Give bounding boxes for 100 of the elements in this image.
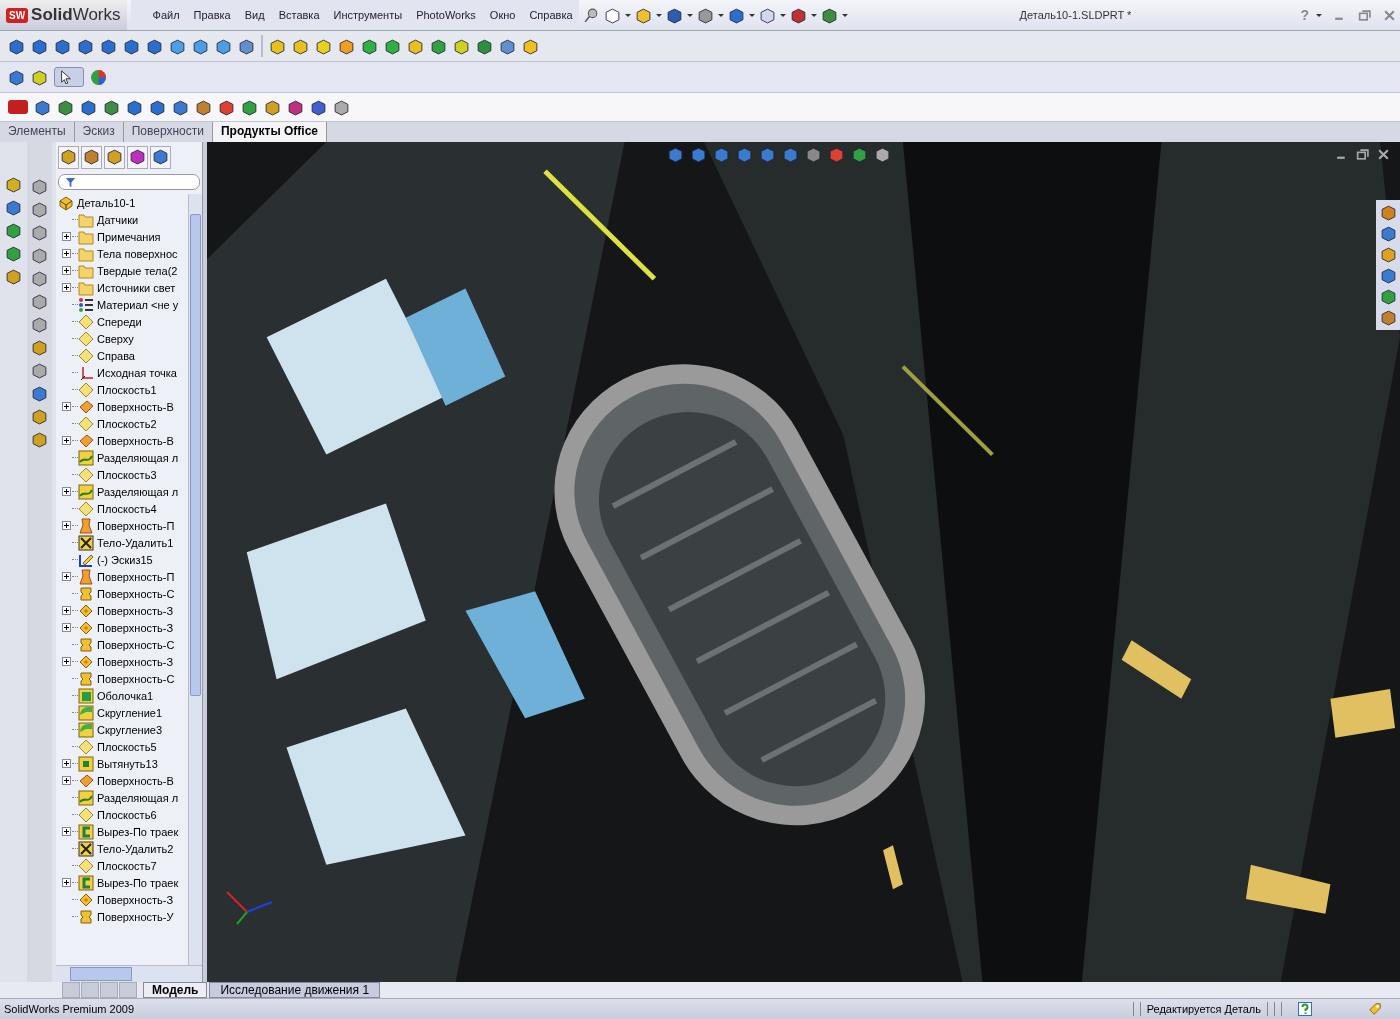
expand-toggle[interactable] xyxy=(61,249,71,258)
restore-icon[interactable] xyxy=(1358,8,1371,22)
sketch-tool-icon[interactable] xyxy=(5,268,22,285)
toolbar-icon[interactable] xyxy=(789,6,807,24)
tree-item[interactable]: Источники свет xyxy=(97,281,176,294)
expand-toggle[interactable] xyxy=(61,878,71,887)
view-tool-icon[interactable] xyxy=(31,339,48,356)
help-icon[interactable] xyxy=(1298,1002,1312,1016)
toolbar-icon[interactable] xyxy=(820,6,838,24)
expand-toggle[interactable] xyxy=(61,623,71,632)
render-tool-icon[interactable] xyxy=(172,98,189,116)
task-pane-icon[interactable] xyxy=(1379,267,1397,284)
tree-item[interactable]: Исходная точка xyxy=(97,366,177,379)
sketch-tool-icon[interactable] xyxy=(5,176,22,193)
tree-item[interactable]: Тело-Удалить2 xyxy=(97,842,174,855)
feature-icon[interactable] xyxy=(476,37,493,55)
expand-toggle[interactable] xyxy=(61,521,71,530)
caret-icon[interactable] xyxy=(655,13,662,17)
expand-toggle[interactable] xyxy=(61,402,71,411)
tree-item[interactable]: Скругление3 xyxy=(97,723,162,736)
render-tool-icon[interactable] xyxy=(149,98,166,116)
caret-icon[interactable] xyxy=(1316,13,1322,17)
tree-item[interactable]: Датчики xyxy=(97,213,139,226)
view-tool-icon[interactable] xyxy=(736,146,753,163)
view-tool-icon[interactable] xyxy=(31,293,48,310)
render-tool-icon[interactable] xyxy=(126,98,143,116)
expand-toggle[interactable] xyxy=(61,606,71,615)
expand-toggle[interactable] xyxy=(61,487,71,496)
feature-icon[interactable] xyxy=(453,37,470,55)
view-tool-icon[interactable] xyxy=(31,316,48,333)
toolbar-icon[interactable] xyxy=(696,6,714,24)
view-tool-icon[interactable] xyxy=(759,146,776,163)
tree-item[interactable]: Справа xyxy=(97,349,135,362)
task-pane-icon[interactable] xyxy=(1379,225,1397,242)
tree-item[interactable]: Поверхность-З xyxy=(97,604,174,617)
view-tool-icon[interactable] xyxy=(31,224,48,241)
tag-icon[interactable] xyxy=(1368,1002,1382,1016)
menu-item[interactable]: Окно xyxy=(483,9,522,21)
tree-item[interactable]: Поверхность-З xyxy=(97,655,174,668)
model-tab[interactable]: Модель xyxy=(143,982,208,998)
feature-icon[interactable] xyxy=(269,37,286,55)
tree-item[interactable]: Вытянуть13 xyxy=(97,757,158,770)
tree-item[interactable]: Плоскость2 xyxy=(97,417,157,430)
tree-item[interactable]: Тела поверхнос xyxy=(97,247,178,260)
toolbar-icon[interactable] xyxy=(634,6,652,24)
filter-field[interactable] xyxy=(58,174,200,190)
horizontal-scrollbar[interactable] xyxy=(56,965,202,982)
render-tool-icon[interactable] xyxy=(264,98,281,116)
close-icon[interactable] xyxy=(1377,148,1390,161)
menu-item[interactable]: Вид xyxy=(238,9,271,21)
render-tool-icon[interactable] xyxy=(241,98,258,116)
command-tab[interactable]: Продукты Office xyxy=(212,122,327,142)
view-tool-icon[interactable] xyxy=(31,408,48,425)
toolbar-icon[interactable] xyxy=(665,6,683,24)
feature-icon[interactable] xyxy=(292,37,309,55)
sketch-tool-icon[interactable] xyxy=(5,245,22,262)
tree-item[interactable]: Разделяющая л xyxy=(97,791,179,804)
render-tool-icon[interactable] xyxy=(195,98,212,116)
tree-item[interactable]: Поверхность-З xyxy=(97,621,174,634)
expand-toggle[interactable] xyxy=(61,232,71,241)
view-tool-icon[interactable] xyxy=(31,270,48,287)
caret-icon[interactable] xyxy=(748,13,755,17)
tree-item[interactable]: Плоскость6 xyxy=(97,808,157,821)
tree-item[interactable]: Плоскость3 xyxy=(97,468,157,481)
tree-item[interactable]: Поверхность-С xyxy=(97,587,175,600)
tree-item[interactable]: Поверхность-С xyxy=(97,672,175,685)
view-tool-icon[interactable] xyxy=(828,146,845,163)
feature-icon[interactable] xyxy=(499,37,516,55)
task-pane-icon[interactable] xyxy=(1379,309,1397,326)
view-tool-icon[interactable] xyxy=(31,201,48,218)
feature-icon[interactable] xyxy=(430,37,447,55)
menu-item[interactable]: Вставка xyxy=(272,9,326,21)
toolbar-icon[interactable] xyxy=(603,6,621,24)
menu-item[interactable]: Справка xyxy=(523,9,579,21)
tree-item[interactable]: Поверхность-В xyxy=(97,434,174,447)
expand-toggle[interactable] xyxy=(61,657,71,666)
feature-icon[interactable] xyxy=(522,37,539,55)
feature-icon[interactable] xyxy=(338,37,355,55)
toolbar-icon[interactable] xyxy=(727,6,745,24)
tree-item[interactable]: Скругление1 xyxy=(97,706,162,719)
render-tool-icon[interactable] xyxy=(80,98,97,116)
view-tool-icon[interactable] xyxy=(31,247,48,264)
view-tool-icon[interactable] xyxy=(690,146,707,163)
caret-icon[interactable] xyxy=(810,13,817,17)
tree-item[interactable]: Плоскость7 xyxy=(97,859,157,872)
feature-icon[interactable] xyxy=(361,37,378,55)
tree-item[interactable]: Тело-Удалить1 xyxy=(97,536,174,549)
render-tool-icon[interactable] xyxy=(310,98,327,116)
view-tool-icon[interactable] xyxy=(31,385,48,402)
view-tool-icon[interactable] xyxy=(31,431,48,448)
caret-icon[interactable] xyxy=(717,13,724,17)
tree-item[interactable]: Деталь10-1 xyxy=(77,196,136,209)
tree-item[interactable]: Вырез-По траек xyxy=(97,876,179,889)
expand-toggle[interactable] xyxy=(61,436,71,445)
tree-item[interactable]: Примечания xyxy=(97,230,161,243)
tree-item[interactable]: Разделяющая л xyxy=(97,485,179,498)
task-pane-icon[interactable] xyxy=(1379,246,1397,263)
tree-item[interactable]: Поверхность-У xyxy=(97,910,174,923)
task-pane-icon[interactable] xyxy=(1379,204,1397,221)
menu-item[interactable]: Инструменты xyxy=(327,9,409,21)
